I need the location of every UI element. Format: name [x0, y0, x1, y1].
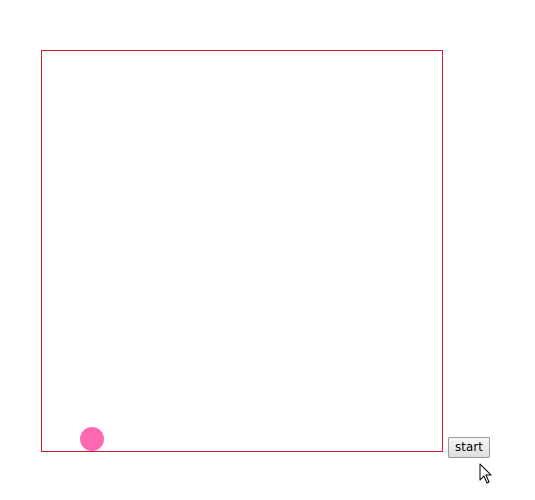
animation-stage	[41, 50, 443, 452]
pink-ball	[80, 427, 104, 451]
mouse-pointer-icon	[479, 463, 492, 484]
start-button[interactable]: start	[448, 437, 490, 458]
